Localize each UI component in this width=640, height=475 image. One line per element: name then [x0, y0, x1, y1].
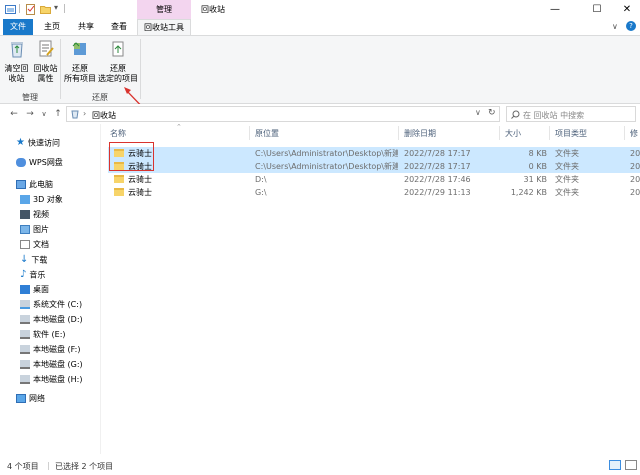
recycle-bin-properties-button[interactable]: 回收站 属性: [32, 40, 59, 84]
nav-item-pictures[interactable]: 图片: [20, 223, 49, 237]
ribbon-collapse-icon[interactable]: ∨: [612, 22, 618, 31]
download-icon: ↓: [20, 254, 29, 265]
column-location[interactable]: 原位置: [255, 128, 279, 139]
refresh-icon[interactable]: ↻: [488, 108, 496, 118]
column-name[interactable]: 名称: [110, 128, 126, 139]
status-item-count: 4 个项目: [7, 462, 39, 471]
group-label-manage: 管理: [22, 93, 38, 102]
system-drive-icon: [20, 300, 30, 309]
up-icon[interactable]: ↑: [52, 107, 64, 121]
search-input[interactable]: 在 回收站 中搜索: [506, 106, 636, 122]
help-icon[interactable]: ?: [626, 21, 636, 31]
computer-icon: [16, 180, 26, 189]
empty-recycle-bin-button[interactable]: 清空回 收站: [3, 40, 30, 84]
nav-item-music[interactable]: ♪ 音乐: [20, 268, 45, 282]
status-selected-count: 已选择 2 个项目: [55, 462, 114, 471]
music-icon: ♪: [20, 269, 27, 280]
tab-share[interactable]: 共享: [72, 19, 100, 35]
forward-icon[interactable]: →: [24, 107, 36, 121]
desktop-icon: [20, 285, 30, 294]
new-folder-icon[interactable]: [40, 4, 51, 15]
tab-view[interactable]: 查看: [105, 19, 133, 35]
folder-icon: [114, 175, 124, 183]
file-row[interactable]: 云骑士 D:\ 2022/7/28 17:46 31 KB 文件夹 20: [108, 173, 640, 186]
recent-locations-icon[interactable]: ∨: [38, 107, 50, 121]
window-title: 回收站: [201, 5, 225, 14]
recycle-bin-icon: [10, 42, 23, 58]
nav-item-drive-g[interactable]: 本地磁盘 (G:): [20, 358, 83, 372]
file-row[interactable]: 云骑士 G:\ 2022/7/29 11:13 1,242 KB 文件夹 20: [108, 186, 640, 199]
nav-quick-access[interactable]: ★ 快速访问: [16, 136, 60, 150]
restore-selected-icon: [112, 41, 124, 57]
document-icon: [20, 240, 30, 249]
nav-item-desktop[interactable]: 桌面: [20, 283, 49, 297]
restore-all-icon: [72, 42, 86, 55]
address-dropdown-icon[interactable]: ∨: [475, 108, 481, 117]
tab-recycle-bin-tools[interactable]: 回收站工具: [137, 19, 191, 35]
nav-item-3d[interactable]: 3D 对象: [20, 193, 63, 207]
minimize-button[interactable]: —: [542, 0, 568, 19]
context-tab-group: 管理: [137, 0, 191, 19]
navigation-pane: ★ 快速访问 WPS网盘 此电脑 3D 对象 视频 图片 文档 ↓ 下载 ♪ 音乐 桌…: [0, 124, 101, 454]
nav-item-drive-c[interactable]: 系统文件 (C:): [20, 298, 82, 312]
nav-wps[interactable]: WPS网盘: [16, 156, 63, 170]
video-icon: [20, 210, 30, 219]
address-row: ← → ∨ ↑ › 回收站 ∨ ↻ 在 回收站 中搜索: [0, 104, 640, 124]
picture-icon: [20, 225, 30, 234]
tiles-view-icon[interactable]: [625, 460, 637, 470]
column-date-deleted[interactable]: 删除日期: [404, 128, 436, 139]
sort-indicator-icon: ⌃: [176, 123, 182, 131]
address-bar[interactable]: › 回收站 ∨ ↻: [66, 106, 500, 122]
checklist-icon[interactable]: [25, 4, 36, 15]
search-placeholder: 在 回收站 中搜索: [523, 111, 585, 120]
tab-file[interactable]: 文件: [3, 19, 33, 35]
tab-home[interactable]: 主页: [38, 19, 66, 35]
back-icon[interactable]: ←: [8, 107, 20, 121]
nav-item-documents[interactable]: 文档: [20, 238, 49, 252]
file-row[interactable]: 云骑士 C:\Users\Administrator\Desktop\新建...…: [108, 160, 640, 173]
3d-objects-icon: [20, 195, 30, 204]
nav-item-drive-h[interactable]: 本地磁盘 (H:): [20, 373, 83, 387]
status-bar: 4 个项目 | 已选择 2 个项目: [0, 454, 640, 475]
star-icon: ★: [16, 137, 25, 148]
properties-icon: [39, 40, 54, 57]
group-label-restore: 还原: [92, 93, 108, 102]
nav-item-downloads[interactable]: ↓ 下载: [20, 253, 47, 267]
address-path[interactable]: 回收站: [92, 110, 116, 121]
drive-icon: [20, 360, 30, 369]
title-bar: | ▾ | 管理 回收站 — ☐ ✕: [0, 0, 640, 19]
folder-icon: [114, 188, 124, 196]
nav-network[interactable]: 网络: [16, 392, 45, 406]
nav-this-pc[interactable]: 此电脑: [16, 178, 53, 192]
details-view-icon[interactable]: [609, 460, 621, 470]
quick-access-dropdown-icon[interactable]: ▾: [54, 3, 58, 12]
network-icon: [16, 394, 26, 403]
restore-all-items-button[interactable]: 还原 所有项目: [63, 40, 97, 84]
search-icon: [511, 110, 520, 119]
column-type[interactable]: 项目类型: [555, 128, 587, 139]
nav-item-drive-e[interactable]: 软件 (E:): [20, 328, 66, 342]
column-modified[interactable]: 修: [630, 128, 638, 139]
nav-item-videos[interactable]: 视频: [20, 208, 49, 222]
nav-item-drive-f[interactable]: 本地磁盘 (F:): [20, 343, 80, 357]
ribbon-tabs: 文件 主页 共享 查看 回收站工具 ∨ ?: [0, 19, 640, 35]
maximize-button[interactable]: ☐: [584, 0, 610, 19]
recycle-bin-small-icon: [71, 110, 79, 119]
annotation-highlight-box: [109, 142, 154, 171]
restore-selected-items-button[interactable]: 还原 选定的项目: [98, 40, 138, 84]
ribbon: 清空回 收站 回收站 属性 还原 所有项目 还原 选定的项目 管理 还原: [0, 35, 640, 104]
nav-item-drive-d[interactable]: 本地磁盘 (D:): [20, 313, 83, 327]
column-size[interactable]: 大小: [505, 128, 521, 139]
close-button[interactable]: ✕: [614, 0, 640, 19]
app-folder-icon: [5, 5, 16, 14]
file-row[interactable]: 云骑士 C:\Users\Administrator\Desktop\新建...…: [108, 147, 640, 160]
drive-icon: [20, 375, 30, 384]
cloud-icon: [16, 158, 26, 167]
drive-icon: [20, 330, 30, 339]
drive-icon: [20, 345, 30, 354]
file-list: ⌃ 名称 原位置 删除日期 大小 项目类型 修 云骑士 C:\Users\Adm…: [102, 123, 640, 454]
drive-icon: [20, 315, 30, 324]
